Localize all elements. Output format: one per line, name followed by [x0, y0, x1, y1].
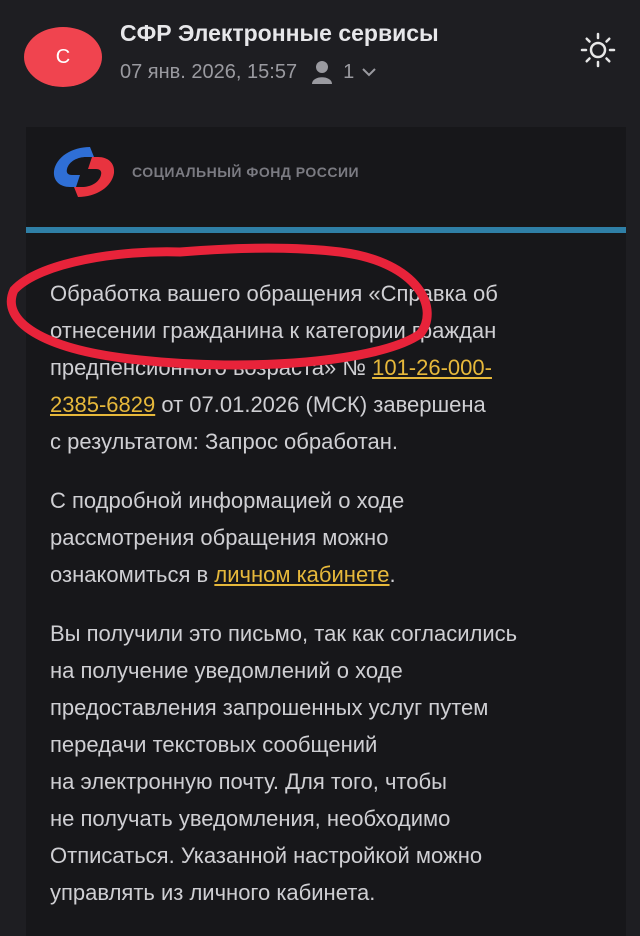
text-line: на электронную почту. Для того, чтобы	[50, 769, 447, 794]
message-date: 07 янв. 2026, 15:57	[120, 60, 298, 83]
email-body: СОЦИАЛЬНЫЙ ФОНД РОССИИ Обработка вашего …	[26, 127, 626, 936]
text-segment: ознакомиться в	[50, 562, 215, 587]
message-text: Обработка вашего обращения «Справка об о…	[50, 275, 610, 933]
text-line: ознакомиться в личном кабинете.	[50, 556, 610, 593]
text-line: С подробной информацией о ходе	[50, 488, 405, 513]
recipients-count: 1	[343, 60, 355, 83]
personal-account-link[interactable]: личном кабинете	[214, 562, 389, 587]
text-segment: предпенсионного возраста» №	[50, 355, 373, 380]
text-line: 2385-6829 от 07.01.2026 (МСК) завершена	[50, 386, 610, 423]
text-line: отнесении гражданина к категории граждан	[50, 318, 497, 343]
paragraph-notice: Вы получили это письмо, так как согласил…	[50, 615, 610, 911]
text-line: управлять из личного кабинета.	[50, 880, 376, 905]
text-line: передачи текстовых сообщений	[50, 732, 378, 757]
paragraph-status: Обработка вашего обращения «Справка об о…	[50, 275, 610, 460]
avatar-letter: С	[55, 45, 71, 68]
logo-text: СОЦИАЛЬНЫЙ ФОНД РОССИИ	[132, 164, 360, 180]
message-meta[interactable]: 07 янв. 2026, 15:57 1	[120, 59, 376, 85]
chevron-down-icon[interactable]	[362, 67, 376, 77]
paragraph-info: С подробной информацией о ходе рассмотре…	[50, 482, 610, 593]
text-line: предпенсионного возраста» № 101-26-000-	[50, 349, 610, 386]
text-line: не получать уведомления, необходимо	[50, 806, 451, 831]
text-segment: .	[389, 562, 396, 587]
text-line: рассмотрения обращения можно	[50, 525, 389, 550]
text-segment: от 07.01.2026 (МСК) завершена	[155, 392, 486, 417]
divider	[26, 227, 626, 233]
text-line: предоставления запрошенных услуг путем	[50, 695, 489, 720]
sender-avatar[interactable]: С	[24, 27, 102, 87]
message-header: С СФР Электронные сервисы 07 янв. 2026, …	[0, 0, 640, 110]
text-line: с результатом: Запрос обработан.	[50, 429, 399, 454]
text-line: Отписаться. Указанной настройкой можно	[50, 843, 483, 868]
text-line: Вы получили это письмо, так как согласил…	[50, 621, 518, 646]
request-number-link-cont[interactable]: 2385-6829	[50, 392, 155, 417]
sun-icon[interactable]	[580, 32, 616, 68]
sender-name[interactable]: СФР Электронные сервисы	[120, 20, 439, 47]
sfr-logo	[53, 147, 115, 197]
text-line: Обработка вашего обращения «Справка об	[50, 281, 498, 306]
text-line: на получение уведомлений о ходе	[50, 658, 403, 683]
request-number-link[interactable]: 101-26-000-	[372, 355, 492, 380]
sfr-logo-row: СОЦИАЛЬНЫЙ ФОНД РОССИИ	[50, 143, 359, 201]
person-icon	[312, 61, 333, 84]
